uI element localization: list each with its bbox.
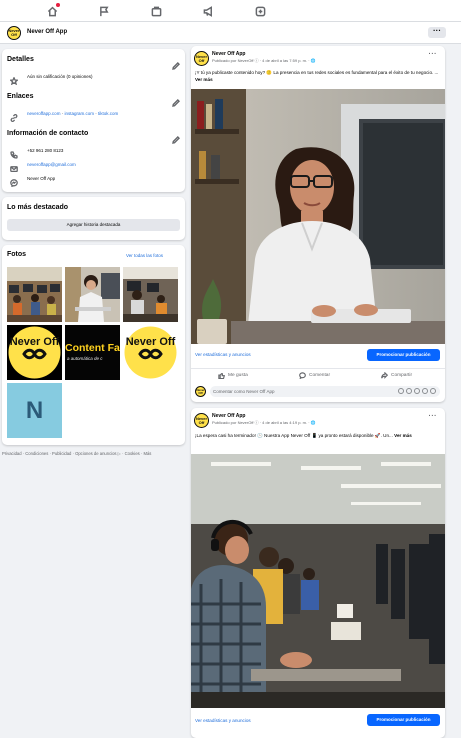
comment-input[interactable]: Comentar como Never Off App [210, 386, 440, 397]
see-all-photos-link[interactable]: Ver todas las fotos [126, 253, 163, 258]
phone-icon [10, 146, 18, 159]
photo-thumbnail[interactable] [65, 267, 120, 322]
photos-title: Fotos [7, 251, 27, 258]
share-icon [381, 372, 388, 379]
content-text: Content Fa [65, 342, 120, 354]
photos-card: Fotos Ver todas las fotos Never Off Cont… [2, 245, 185, 445]
gif-icon[interactable] [422, 388, 428, 394]
avatar-sticker-icon[interactable] [398, 388, 404, 394]
intro-card: Detalles Aún sin calificación (0 opinion… [2, 49, 185, 192]
details-title: Detalles [7, 56, 34, 63]
comment-icon [299, 372, 306, 379]
home-icon[interactable] [45, 3, 60, 18]
see-more-link[interactable]: Ver más [195, 77, 213, 82]
camera-icon[interactable] [414, 388, 420, 394]
post-author[interactable]: Never Off App [212, 51, 245, 57]
messenger-text: Never Off App [27, 175, 56, 181]
edit-details-icon[interactable] [172, 57, 180, 70]
post-author[interactable]: Never Off App [212, 413, 245, 419]
link-tiktok[interactable]: tiktok.com [98, 111, 118, 116]
promote-post-button[interactable]: Promocionar publicación [367, 349, 440, 361]
contact-title: Información de contacto [7, 130, 89, 137]
content-subtext: a automática de c [67, 356, 103, 361]
post-more-icon[interactable]: ··· [429, 413, 438, 420]
link-website[interactable]: neveroffapp.com [27, 111, 60, 116]
footer-links[interactable]: Privacidad · Condiciones · Publicidad · … [2, 451, 151, 456]
view-stats-link[interactable]: Ver estadísticas y anuncios [195, 352, 251, 357]
promote-post-button[interactable]: Promocionar publicación [367, 714, 440, 726]
star-icon [9, 72, 19, 86]
featured-title: Lo más destacado [7, 204, 69, 211]
email-link[interactable]: neveroffapp@gmail.com [27, 162, 76, 167]
woman-at-computer-photo [191, 89, 445, 344]
see-more-link[interactable]: Ver más [394, 433, 412, 438]
post-text: ¡Y tú ya publicaste contenido hoy? 😕 La … [195, 70, 439, 82]
more-options-button[interactable]: ··· [428, 27, 446, 38]
link-icon [10, 109, 18, 122]
photo-thumbnail[interactable]: N [7, 383, 62, 438]
edit-contact-icon[interactable] [172, 131, 180, 144]
flag-icon[interactable] [97, 4, 111, 18]
notification-dot [56, 3, 60, 7]
post-actions: Me gusta Comentar Compartir [191, 368, 445, 382]
post-card: Never Off Never Off App Publicado por Ne… [191, 408, 445, 738]
page-header: Never Off Never Off App ··· [0, 22, 461, 44]
comment-button[interactable]: Comentar [299, 372, 330, 379]
phone-text: +52 961 280 8123 [27, 147, 64, 153]
commenter-avatar: Never Off [195, 386, 206, 397]
links-title: Enlaces [7, 93, 34, 100]
photo-thumbnail[interactable] [123, 267, 178, 322]
gaming-icon[interactable] [253, 4, 267, 18]
top-navigation [0, 0, 461, 22]
sticker-icon[interactable] [430, 388, 436, 394]
link-instagram[interactable]: instagram.com [64, 111, 94, 116]
megaphone-icon[interactable] [201, 4, 215, 18]
never-off-logo-photo-2: Never Off [124, 326, 177, 379]
post-more-icon[interactable]: ··· [429, 51, 438, 58]
n-letter: N [25, 396, 44, 424]
office-photo-1 [7, 267, 62, 322]
comment-tools [398, 388, 436, 394]
email-icon [10, 160, 18, 173]
like-icon [218, 372, 225, 379]
call-center-photo [191, 454, 445, 708]
logo-word: Never Off [10, 336, 60, 348]
post-card: Never Off Never Off App Publicado por Ne… [191, 46, 445, 402]
post-avatar[interactable]: Never Off [194, 51, 209, 66]
page-name[interactable]: Never Off App [27, 29, 67, 35]
post-image[interactable] [191, 89, 445, 344]
view-stats-link[interactable]: Ver estadísticas y anuncios [195, 718, 251, 723]
post-meta: Publicado por NeverOff ⓘ · 4 de abril a … [212, 420, 316, 425]
emoji-icon[interactable] [406, 388, 412, 394]
post-avatar[interactable]: Never Off [194, 413, 209, 428]
post-text: ¡La espera casi ha terminado! 🕓 Nuestra … [195, 433, 412, 438]
office-photo-3 [123, 267, 178, 322]
edit-links-icon[interactable] [172, 94, 180, 107]
marketplace-icon[interactable] [149, 4, 163, 18]
logo-word: Never Off [126, 336, 176, 348]
add-featured-story-button[interactable]: Agregar historia destacada [7, 219, 180, 231]
never-off-logo-photo: Never Off [8, 326, 61, 379]
page-avatar[interactable]: Never Off [7, 26, 21, 40]
photo-thumbnail[interactable]: Never Off [7, 325, 62, 380]
photo-thumbnail[interactable] [7, 267, 62, 322]
like-button[interactable]: Me gusta [218, 372, 248, 379]
post-image[interactable] [191, 454, 445, 708]
office-photo-2 [65, 267, 120, 322]
post-meta: Publicado por NeverOff ⓘ · 4 de abril a … [212, 58, 316, 63]
share-button[interactable]: Compartir [381, 372, 412, 379]
messenger-icon [10, 174, 18, 188]
rating-text: Aún sin calificación (0 opiniones) [27, 73, 93, 79]
photo-thumbnail[interactable]: Never Off [123, 325, 178, 380]
featured-card: Lo más destacado Agregar historia destac… [2, 197, 185, 240]
photo-thumbnail[interactable]: Content Fa a automática de c [65, 325, 120, 380]
